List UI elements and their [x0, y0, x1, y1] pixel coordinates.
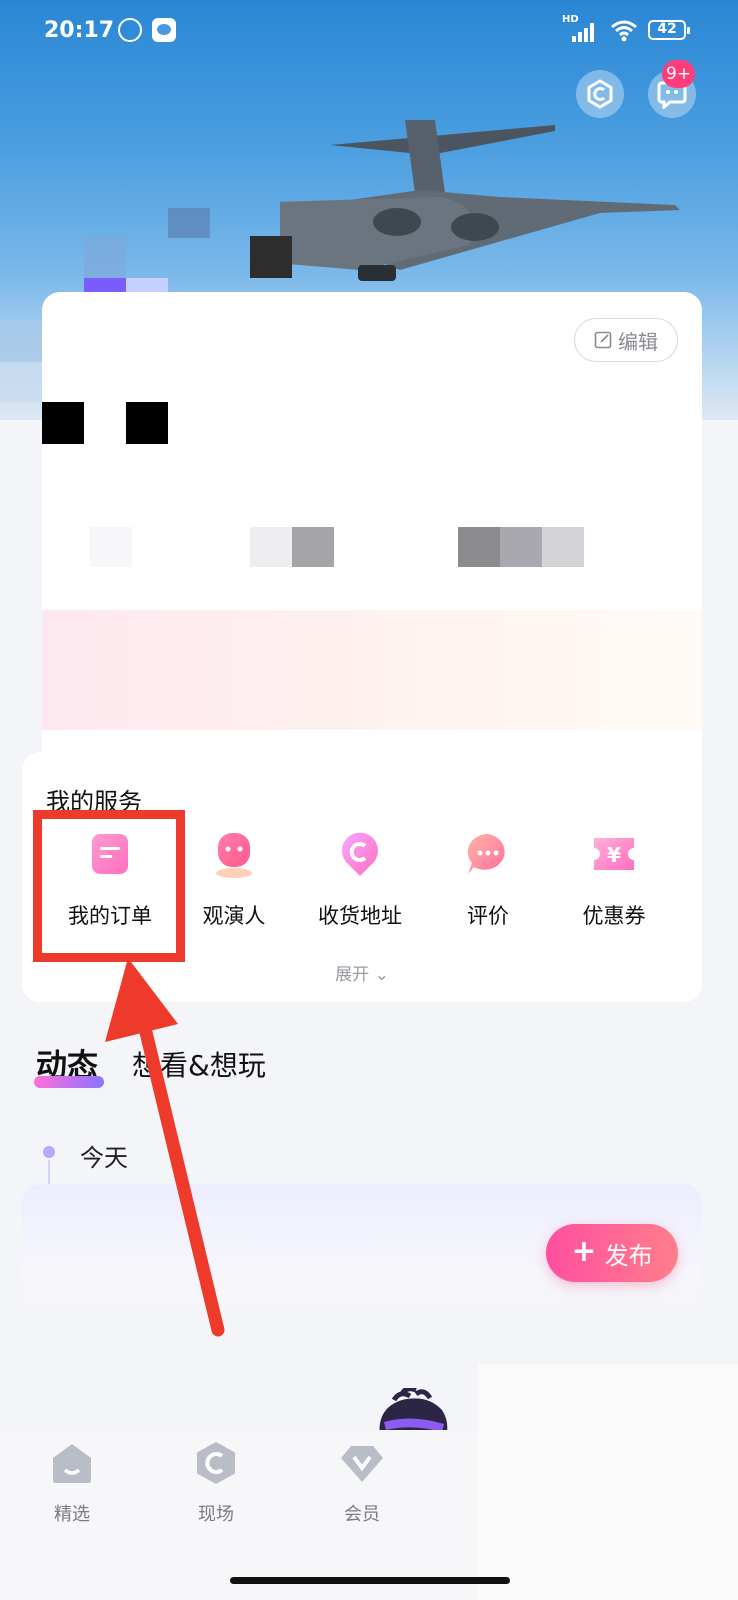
nav-live[interactable]: 现场 — [166, 1440, 266, 1526]
nav-vip[interactable]: 会员 — [312, 1440, 412, 1526]
stat-pixel — [500, 527, 542, 567]
username-pixel — [42, 402, 84, 444]
publish-label: 发布 — [604, 1241, 653, 1270]
service-label: 观演人 — [202, 904, 266, 928]
svg-text:¥: ¥ — [607, 843, 621, 867]
battery-icon: 42 — [648, 20, 690, 40]
alarm-icon — [118, 18, 142, 42]
edit-label: 编辑 — [618, 329, 658, 354]
service-label: 评价 — [467, 904, 509, 928]
stat-pixel — [90, 527, 132, 567]
timeline-dot — [43, 1146, 55, 1158]
nav-label: 现场 — [198, 1504, 234, 1525]
avatar-pixel — [0, 362, 42, 402]
nav-featured[interactable]: 精选 — [22, 1440, 122, 1526]
avatar-pixel — [84, 236, 126, 278]
expand-button[interactable]: 展开 ⌄ — [22, 960, 702, 985]
stat-pixel — [542, 527, 584, 567]
avatar-pixel — [250, 236, 292, 278]
today-label: 今天 — [80, 1144, 128, 1172]
status-bar: 20:17 HD 42 — [0, 0, 738, 64]
expand-label: 展开 — [335, 965, 370, 985]
member-banner[interactable] — [42, 610, 702, 730]
wifi-icon — [610, 18, 638, 42]
wechat-icon — [152, 18, 176, 42]
avatar-pixel — [0, 320, 42, 362]
message-badge: 9+ — [662, 60, 696, 88]
home-icon — [49, 1440, 95, 1486]
timeline-line — [48, 1160, 50, 1186]
service-address[interactable]: 收货地址 — [300, 830, 420, 930]
edit-profile-button[interactable]: 编辑 — [574, 318, 678, 362]
overlay-panel — [478, 1364, 738, 1600]
address-icon — [336, 830, 384, 878]
stat-pixel — [250, 527, 292, 567]
airplane-image — [280, 120, 680, 281]
profile-card: 编辑 — [42, 292, 702, 762]
status-time: 20:17 — [44, 18, 115, 43]
chevron-down-icon: ⌄ — [374, 965, 389, 985]
bottom-nav: 精选 现场 会员 — [0, 1430, 478, 1600]
service-audience[interactable]: 观演人 — [174, 830, 294, 930]
signal-icon — [572, 22, 598, 42]
comment-icon — [464, 830, 512, 878]
audience-icon — [210, 830, 258, 878]
live-icon — [193, 1440, 239, 1486]
coupon-icon: ¥ — [590, 830, 638, 878]
nav-label: 精选 — [54, 1504, 90, 1525]
username-pixel — [126, 402, 168, 444]
service-label: 优惠券 — [582, 904, 646, 928]
service-comment[interactable]: 评价 — [428, 830, 548, 930]
vip-icon — [339, 1440, 385, 1486]
edit-icon — [594, 331, 612, 349]
service-coupon[interactable]: ¥ 优惠券 — [554, 830, 674, 930]
publish-button[interactable]: + 发布 — [546, 1224, 678, 1282]
highlight-box — [33, 810, 185, 962]
stat-pixel — [292, 527, 334, 567]
tab-want-to-see[interactable]: 想看&想玩 — [132, 1044, 266, 1084]
stat-pixel — [458, 527, 500, 567]
tab-indicator — [34, 1076, 104, 1088]
nav-label: 会员 — [344, 1504, 380, 1525]
avatar-pixel — [168, 208, 210, 238]
plus-icon: + — [571, 1234, 597, 1269]
service-label: 收货地址 — [318, 904, 402, 928]
home-indicator — [230, 1577, 510, 1584]
